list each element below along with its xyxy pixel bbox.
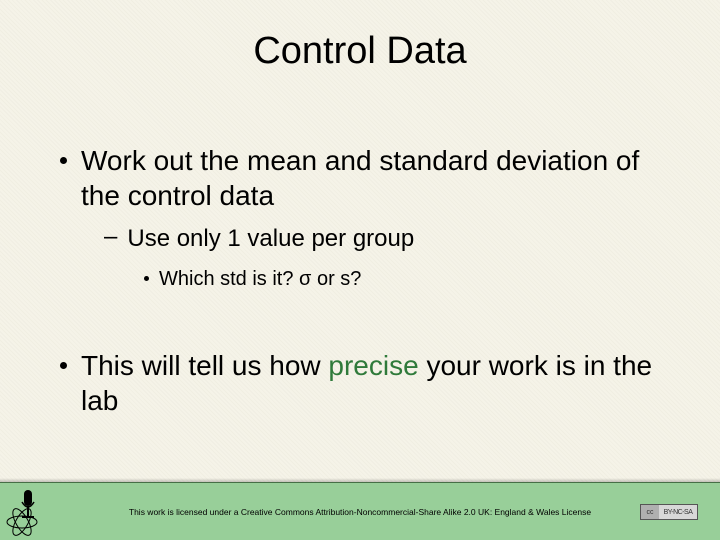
bullet-level1: This will tell us how precise your work … [60, 348, 680, 418]
bullet-level2: – Use only 1 value per group Which std i… [104, 223, 680, 292]
text-segment: This will tell us how [81, 350, 328, 381]
slide-content: Work out the mean and standard deviation… [40, 143, 680, 418]
bullet-text: Which std is it? σ or s? [159, 266, 361, 292]
cc-badge-icon: cc BY-NC-SA [640, 504, 698, 520]
bullet-dot-icon [144, 276, 149, 281]
cc-badge-left: cc [641, 505, 659, 519]
bullet-text: This will tell us how precise your work … [81, 348, 680, 418]
dash-icon: – [104, 223, 117, 251]
bullet-level1: Work out the mean and standard deviation… [60, 143, 680, 292]
spacer [60, 306, 680, 348]
slide-title: Control Data [40, 30, 680, 73]
license-text: This work is licensed under a Creative C… [129, 507, 591, 517]
footer-bar: This work is licensed under a Creative C… [0, 482, 720, 540]
bullet-text: Use only 1 value per group [127, 223, 414, 254]
bullet-text: Work out the mean and standard deviation… [81, 143, 680, 213]
slide: Control Data Work out the mean and stand… [0, 0, 720, 540]
atom-mic-icon [4, 484, 48, 538]
bullet-dot-icon [60, 362, 67, 369]
bullet-level3: Which std is it? σ or s? [144, 266, 680, 292]
bullet-dot-icon [60, 157, 67, 164]
cc-badge-right: BY-NC-SA [659, 505, 697, 519]
emphasized-word: precise [328, 350, 418, 381]
